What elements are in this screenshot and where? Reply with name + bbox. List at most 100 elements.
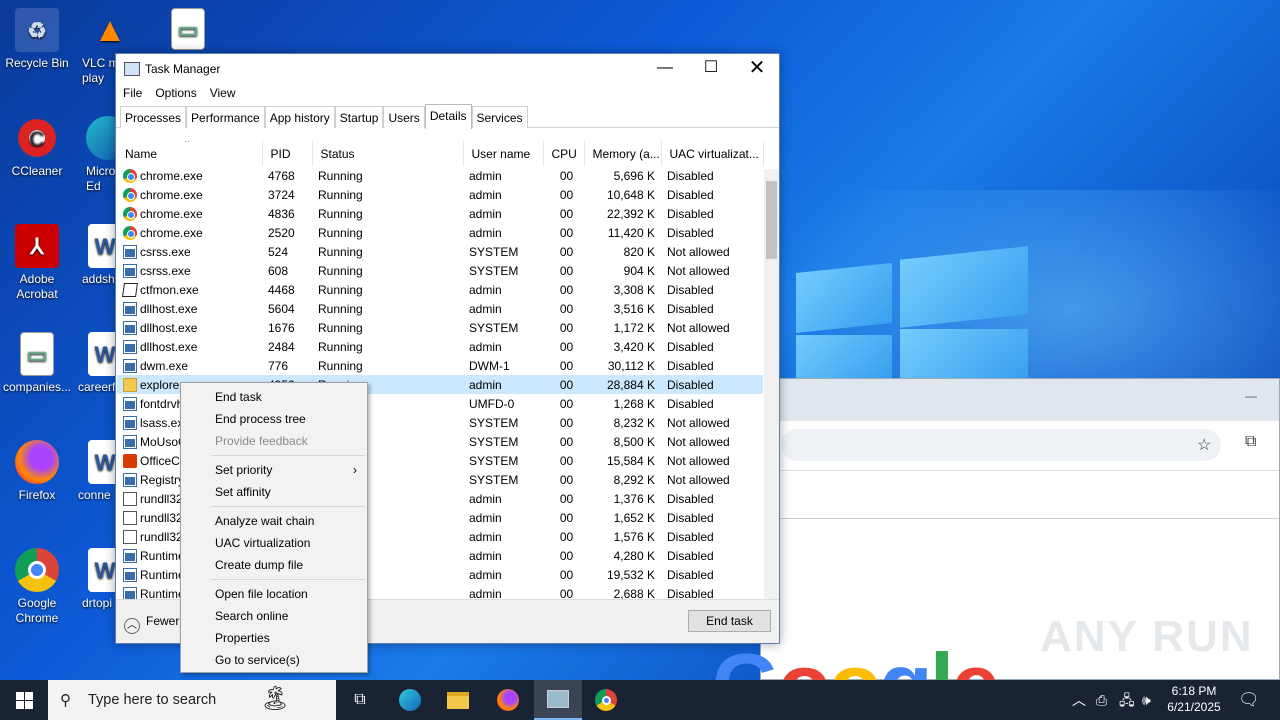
extensions-icon[interactable]: ⧉ xyxy=(1245,433,1256,451)
process-memory: 8,500 K xyxy=(613,434,655,449)
volume-icon[interactable]: 🕪 xyxy=(1142,680,1151,720)
column-header-user[interactable]: User name xyxy=(463,141,544,166)
tab-users[interactable]: Users xyxy=(383,106,425,128)
table-row[interactable]: dllhost.exe 2484 Running admin 00 3,420 K Disa… xyxy=(117,337,763,356)
process-memory: 11,420 K xyxy=(607,225,655,240)
tab-startup[interactable]: Startup xyxy=(334,106,384,128)
menu-item-create-dump-file[interactable]: Create dump file xyxy=(181,554,367,576)
process-status: Running xyxy=(318,206,363,221)
clock[interactable]: 6:18 PM 6/21/2025 xyxy=(1158,683,1230,715)
process-cpu: 00 xyxy=(559,415,574,430)
taskbar-task-manager[interactable] xyxy=(534,680,582,720)
desktop-icon-companies[interactable]: ▭ companies... xyxy=(0,332,74,395)
process-cpu: 00 xyxy=(559,434,574,449)
taskbar-file-explorer[interactable] xyxy=(434,680,482,720)
start-button[interactable] xyxy=(0,680,48,720)
column-header-status[interactable]: Status xyxy=(312,141,464,166)
scrollbar-thumb[interactable] xyxy=(766,181,777,259)
table-row[interactable]: dllhost.exe 5604 Running admin 00 3,516 K Disa… xyxy=(117,299,763,318)
taskbar-search-box[interactable]: ⚲ Type here to search 🏝 xyxy=(48,680,336,720)
column-header-name[interactable]: Name ^ xyxy=(117,141,263,166)
table-row[interactable]: dllhost.exe 1676 Running SYSTEM 00 1,172 K Not… xyxy=(117,318,763,337)
process-name-label: ctfmon.exe xyxy=(140,282,199,297)
table-row[interactable]: dwm.exe 776 Running DWM-1 00 30,112 K Disabled xyxy=(117,356,763,375)
menu-file[interactable]: File xyxy=(123,84,142,104)
tab-app-history[interactable]: App history xyxy=(264,106,335,128)
table-row[interactable]: chrome.exe 3724 Running admin 00 10,648 K Disa… xyxy=(117,185,763,204)
taskbar: ⚲ Type here to search 🏝 ⧉ ︿ ⎙ 🖧 🕪 6:18 P… xyxy=(0,680,1280,720)
network-icon[interactable]: 🖧 xyxy=(1119,680,1135,720)
desktop-icon-recycle-bin[interactable]: ♻ Recycle Bin xyxy=(0,8,74,71)
table-row[interactable]: ctfmon.exe 4468 Running admin 00 3,308 K Disab… xyxy=(117,280,763,299)
menu-view[interactable]: View xyxy=(210,84,236,104)
device-icon[interactable]: ⎙ xyxy=(1096,680,1107,720)
table-row[interactable]: chrome.exe 4768 Running admin 00 5,696 K Disab… xyxy=(117,166,763,185)
menu-item-set-affinity[interactable]: Set affinity xyxy=(181,481,367,503)
folder-process-icon xyxy=(123,377,137,392)
search-placeholder: Type here to search xyxy=(88,692,217,708)
column-header-memory[interactable]: Memory (a... xyxy=(584,141,662,166)
google-logo-letter-l: l xyxy=(930,635,955,681)
process-uac: Not allowed xyxy=(667,434,730,449)
close-button[interactable]: ✕ xyxy=(734,54,780,84)
menu-item-properties[interactable]: Properties xyxy=(181,627,367,649)
table-row[interactable]: csrss.exe 524 Running SYSTEM 00 820 K Not allo… xyxy=(117,242,763,261)
tab-details[interactable]: Details xyxy=(424,104,472,129)
menu-item-open-file-location[interactable]: Open file location xyxy=(181,583,367,605)
end-task-button[interactable]: End task xyxy=(688,610,771,632)
title-bar[interactable]: Task Manager — ☐ ✕ xyxy=(116,54,779,84)
edge-icon xyxy=(399,689,421,711)
vertical-scrollbar[interactable] xyxy=(764,169,779,599)
win-process-icon xyxy=(123,263,137,278)
taskbar-firefox[interactable] xyxy=(484,680,532,720)
menu-item-uac-virtualization[interactable]: UAC virtualization xyxy=(181,532,367,554)
desktop-icon-firefox[interactable]: Firefox xyxy=(0,440,74,503)
process-name-label: OfficeCl xyxy=(140,453,183,468)
menu-options[interactable]: Options xyxy=(155,84,196,104)
desktop-icon-chrome[interactable]: Google Chrome xyxy=(0,548,74,626)
tab-services[interactable]: Services xyxy=(471,106,528,128)
process-uac: Not allowed xyxy=(667,453,730,468)
google-logo-letter-g2: g xyxy=(879,635,933,681)
desktop-icon-acrobat[interactable]: ⅄ Adobe Acrobat xyxy=(0,224,74,302)
column-header-cpu[interactable]: CPU xyxy=(543,141,585,166)
tab-performance[interactable]: Performance xyxy=(186,106,265,128)
process-user: admin xyxy=(469,491,502,506)
process-uac: Disabled xyxy=(667,529,714,544)
task-view-button[interactable]: ⧉ xyxy=(336,680,384,720)
process-memory: 22,392 K xyxy=(606,206,655,221)
show-hidden-icons-chevron-icon[interactable]: ︿ xyxy=(1072,680,1086,720)
doc-process-icon xyxy=(123,529,137,544)
chrome-icon xyxy=(595,689,617,711)
browser-address-bar[interactable] xyxy=(781,429,1221,461)
process-pid: 608 xyxy=(268,263,289,278)
desktop-icon-image-file[interactable]: ▭ xyxy=(168,8,208,54)
menu-item-search-online[interactable]: Search online xyxy=(181,605,367,627)
menu-bar: File Options View xyxy=(116,84,779,104)
process-memory: 28,884 K xyxy=(584,375,661,394)
column-header-pid[interactable]: PID xyxy=(262,141,313,166)
menu-item-end-process-tree[interactable]: End process tree xyxy=(181,408,367,430)
process-name-label: chrome.exe xyxy=(140,225,203,240)
desktop-icon-ccleaner[interactable]: C CCleaner xyxy=(0,116,74,179)
process-name: dllhost.exe xyxy=(117,337,262,356)
notifications-icon[interactable]: 🗨 xyxy=(1238,680,1260,720)
menu-item-go-to-service-s[interactable]: Go to service(s) xyxy=(181,649,367,671)
menu-item-end-task[interactable]: End task xyxy=(181,386,367,408)
minimize-button[interactable]: — xyxy=(642,54,688,84)
process-name-label: Runtime xyxy=(140,548,185,563)
table-row[interactable]: csrss.exe 608 Running SYSTEM 00 904 K Not allo… xyxy=(117,261,763,280)
menu-item-analyze-wait-chain[interactable]: Analyze wait chain xyxy=(181,510,367,532)
table-row[interactable]: chrome.exe 2520 Running admin 00 11,420 K Disa… xyxy=(117,223,763,242)
menu-item-set-priority[interactable]: Set priority › xyxy=(181,459,367,481)
menu-separator xyxy=(211,506,365,507)
maximize-button[interactable]: ☐ xyxy=(688,54,734,84)
column-header-uac[interactable]: UAC virtualizat... xyxy=(661,141,764,166)
bookmark-star-icon[interactable]: ☆ xyxy=(1197,435,1211,455)
table-row[interactable]: chrome.exe 4836 Running admin 00 22,392 K Disa… xyxy=(117,204,763,223)
process-cpu: 00 xyxy=(559,282,574,297)
taskbar-chrome[interactable] xyxy=(582,680,630,720)
process-name-label: Registry xyxy=(140,472,185,487)
tab-processes[interactable]: Processes xyxy=(120,106,187,128)
taskbar-edge[interactable] xyxy=(386,680,434,720)
